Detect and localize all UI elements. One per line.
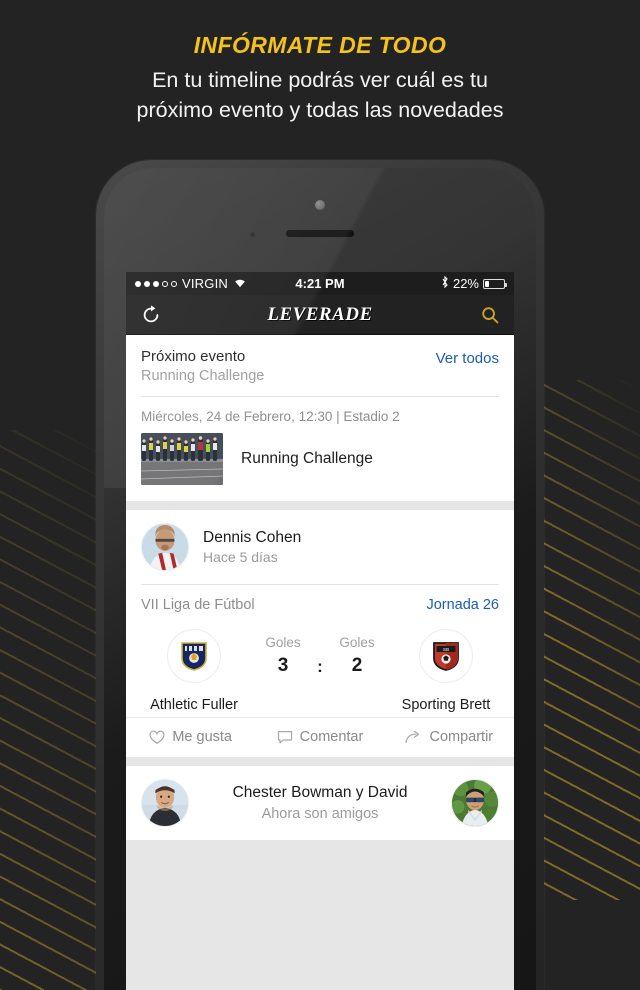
battery-icon	[483, 278, 507, 289]
app-logo: LEVERADE	[267, 303, 373, 325]
david-avatar[interactable]	[451, 779, 499, 827]
front-camera-icon	[315, 200, 325, 210]
like-label: Me gusta	[172, 729, 232, 745]
away-goals-label: Goles	[339, 635, 375, 650]
feed-separator	[126, 501, 514, 510]
post-header[interactable]: Dennis Cohen Hace 5 días	[126, 510, 514, 584]
upcoming-event-card[interactable]: Próximo evento Running Challenge Ver tod…	[126, 335, 514, 501]
comment-icon	[277, 730, 292, 744]
like-button[interactable]: Me gusta	[126, 729, 255, 745]
app-header: LEVERADE	[126, 295, 514, 335]
friendship-card[interactable]: Chester Bowman y David Ahora son amigos	[126, 766, 514, 840]
home-goals-label: Goles	[265, 635, 301, 650]
event-card-title: Próximo evento	[141, 348, 246, 365]
feed-list[interactable]: Próximo evento Running Challenge Ver tod…	[126, 335, 514, 990]
dennis-cohen-avatar[interactable]	[141, 523, 189, 571]
score-separator: :	[317, 657, 323, 676]
friendship-title: Chester Bowman y David	[232, 783, 408, 801]
status-bar-right: 22%	[441, 275, 507, 291]
scoreboard: Athletic Fuller Goles 3 : Goles 2 SB Spo…	[126, 623, 514, 717]
share-icon	[405, 730, 420, 743]
event-card-header: Próximo evento Running Challenge Ver tod…	[126, 335, 514, 396]
post-author-block: Dennis Cohen Hace 5 días	[203, 528, 301, 567]
athletic-fuller-crest	[167, 629, 221, 683]
earpiece-speaker	[286, 230, 354, 237]
search-icon[interactable]	[480, 305, 500, 325]
away-goals-value: 2	[351, 655, 363, 676]
score-center: Goles 3 : Goles 2	[250, 629, 390, 677]
post-author-name: Dennis Cohen	[203, 528, 302, 546]
svg-text:SB: SB	[443, 647, 449, 652]
chester-bowman-avatar[interactable]	[141, 779, 189, 827]
battery-percent-label: 22%	[452, 276, 479, 291]
wifi-icon	[233, 277, 247, 290]
home-goals-value: 3	[277, 655, 289, 676]
heart-icon	[149, 730, 165, 744]
promo-title: INFÓRMATE DE TODO	[193, 32, 447, 58]
comment-label: Comentar	[299, 729, 364, 745]
league-name-label: VII Liga de Fútbol	[141, 597, 255, 613]
phone-mockup: VIRGIN 4:21 PM 22% LEVERADE Próximo even…	[96, 160, 544, 990]
running-race-thumbnail	[141, 433, 223, 485]
away-team-name: Sporting Brett	[401, 697, 491, 713]
away-goals-block: Goles 2	[328, 635, 386, 677]
status-bar-left: VIRGIN	[135, 276, 247, 291]
share-button[interactable]: Compartir	[385, 729, 514, 745]
status-bar: VIRGIN 4:21 PM 22%	[126, 272, 514, 295]
signal-strength-icon	[135, 280, 177, 287]
phone-bezel: VIRGIN 4:21 PM 22% LEVERADE Próximo even…	[104, 168, 536, 990]
promo-subtitle-line-1: En tu timeline podrás ver cuál es tu	[152, 68, 488, 92]
home-team[interactable]: Athletic Fuller	[138, 629, 250, 713]
promo-subtitle-line-2: próximo evento y todas las novedades	[136, 98, 504, 122]
event-row[interactable]: Running Challenge	[126, 433, 514, 501]
carrier-label: VIRGIN	[182, 276, 228, 291]
home-goals-block: Goles 3	[254, 635, 312, 677]
sporting-brett-crest: SB	[419, 629, 473, 683]
away-team[interactable]: SB Sporting Brett	[390, 629, 502, 713]
home-team-name: Athletic Fuller	[150, 697, 238, 713]
league-row: VII Liga de Fútbol Jornada 26	[126, 585, 514, 623]
match-post-card[interactable]: Dennis Cohen Hace 5 días VII Liga de Fút…	[126, 510, 514, 757]
see-all-link[interactable]: Ver todos	[436, 348, 499, 367]
promo-text-block: INFÓRMATE DE TODO En tu timeline podrás …	[0, 30, 640, 125]
event-card-subtitle: Running Challenge	[141, 368, 265, 384]
share-label: Compartir	[429, 729, 494, 745]
post-timestamp: Hace 5 días	[203, 548, 278, 565]
friendship-subtitle: Ahora son amigos	[261, 805, 379, 822]
event-date-label: Miércoles, 24 de Febrero, 12:30 | Estadi…	[141, 409, 400, 424]
feed-separator-2	[126, 757, 514, 766]
matchday-link[interactable]: Jornada 26	[426, 597, 499, 613]
event-card-header-text: Próximo evento Running Challenge	[141, 348, 436, 385]
event-name-label: Running Challenge	[241, 450, 373, 467]
proximity-sensor-icon	[250, 232, 255, 237]
friendship-text: Chester Bowman y David Ahora son amigos	[189, 783, 451, 824]
bluetooth-icon	[441, 275, 449, 291]
friendship-row[interactable]: Chester Bowman y David Ahora son amigos	[126, 766, 514, 840]
refresh-icon[interactable]	[140, 304, 162, 326]
post-actions: Me gusta Comentar Compartir	[126, 717, 514, 757]
comment-button[interactable]: Comentar	[255, 729, 384, 745]
phone-screen: VIRGIN 4:21 PM 22% LEVERADE Próximo even…	[126, 272, 514, 990]
